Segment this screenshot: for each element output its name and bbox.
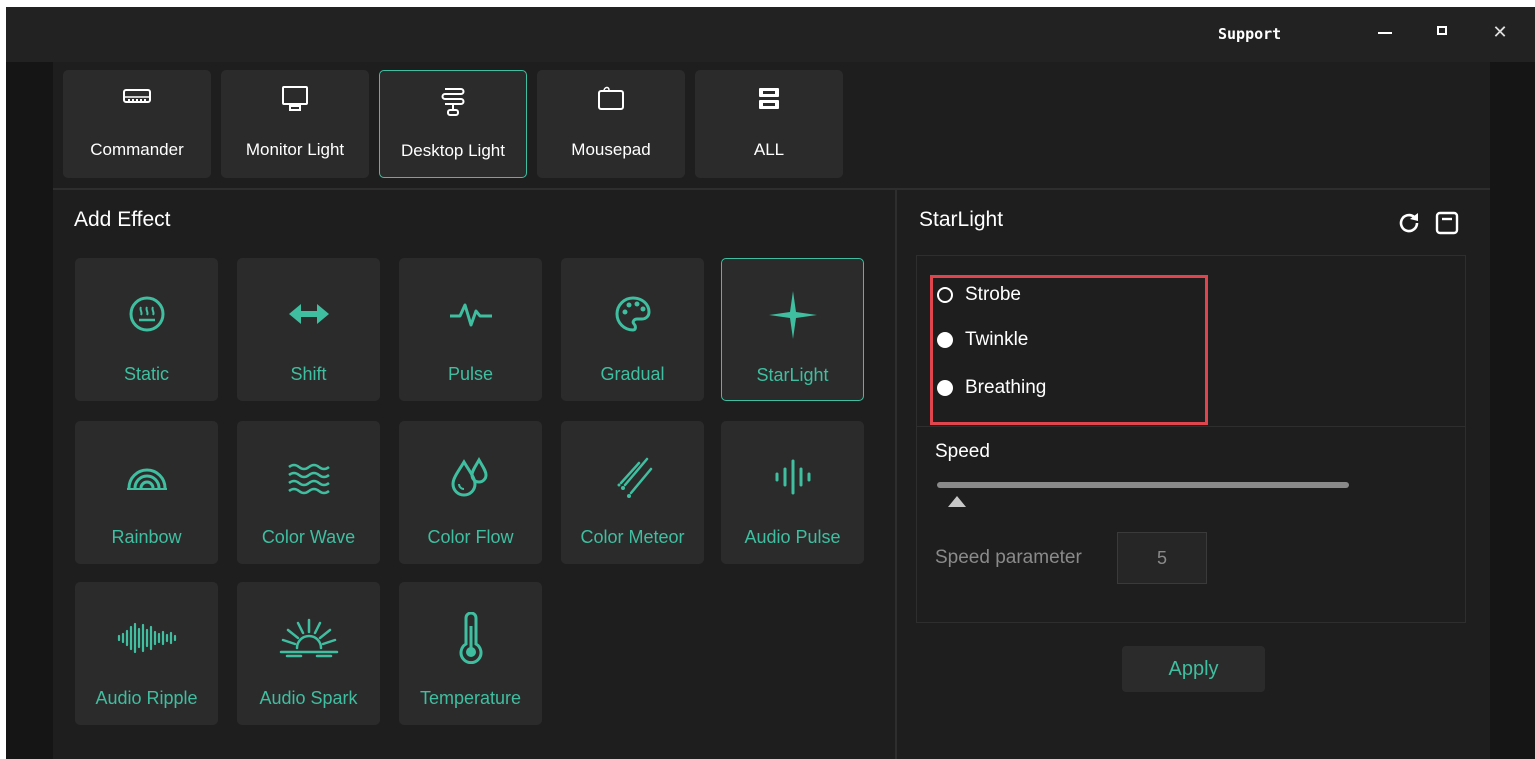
audio-pulse-icon — [721, 455, 864, 499]
apply-button[interactable]: Apply — [1122, 646, 1265, 692]
mode-label: Strobe — [965, 284, 1021, 305]
color-flow-icon — [399, 455, 542, 499]
palette-icon — [561, 292, 704, 336]
divider — [53, 188, 1490, 190]
effect-color-wave[interactable]: Color Wave — [237, 421, 380, 564]
device-tab-label: ALL — [753, 140, 785, 159]
device-tab-label: Mousepad — [571, 140, 651, 159]
add-effect-title: Add Effect — [74, 208, 171, 231]
monitor-icon — [221, 84, 369, 114]
speed-slider[interactable] — [937, 482, 1349, 488]
effect-label: Color Meteor — [580, 527, 685, 547]
divider — [916, 426, 1466, 427]
effect-label: Color Wave — [261, 527, 356, 547]
effect-audio-pulse[interactable]: Audio Pulse — [721, 421, 864, 564]
effect-color-flow[interactable]: Color Flow — [399, 421, 542, 564]
device-tab-label: Commander — [90, 140, 184, 159]
effect-gradual[interactable]: Gradual — [561, 258, 704, 401]
effect-rainbow[interactable]: Rainbow — [75, 421, 218, 564]
effect-starlight[interactable]: StarLight — [721, 258, 864, 401]
save-icon[interactable] — [1434, 210, 1460, 236]
effect-shift[interactable]: Shift — [237, 258, 380, 401]
right-sidebar — [1490, 62, 1535, 759]
static-icon — [75, 292, 218, 336]
effect-label: Color Flow — [427, 527, 514, 547]
audio-ripple-icon — [75, 616, 218, 660]
effect-label: Static — [123, 364, 170, 384]
starlight-icon — [722, 291, 863, 339]
effect-label: Gradual — [600, 364, 665, 384]
maximize-button[interactable] — [1428, 17, 1458, 47]
reset-icon[interactable] — [1396, 210, 1422, 236]
mode-twinkle-radio[interactable]: Twinkle — [937, 327, 1028, 353]
device-tab-desktop-light[interactable]: Desktop Light — [379, 70, 527, 178]
device-tab-mousepad[interactable]: Mousepad — [537, 70, 685, 178]
color-wave-icon — [237, 455, 380, 499]
mode-label: Breathing — [965, 377, 1047, 398]
divider — [895, 190, 897, 759]
desktop-light-icon — [380, 85, 526, 116]
radio-indicator — [937, 380, 953, 396]
speed-parameter-input[interactable]: 5 — [1117, 532, 1207, 584]
title-bar: Support ✕ — [6, 7, 1535, 62]
effect-pulse[interactable]: Pulse — [399, 258, 542, 401]
thermometer-icon — [399, 612, 542, 664]
effect-label: Temperature — [419, 688, 522, 708]
device-tab-monitor-light[interactable]: Monitor Light — [221, 70, 369, 178]
device-tab-all[interactable]: ALL — [695, 70, 843, 178]
commander-icon — [63, 84, 211, 114]
radio-indicator — [937, 287, 953, 303]
pulse-icon — [399, 292, 542, 336]
close-button[interactable]: ✕ — [1485, 17, 1515, 47]
color-meteor-icon — [561, 455, 704, 499]
device-tab-commander[interactable]: Commander — [63, 70, 211, 178]
effect-audio-spark[interactable]: Audio Spark — [237, 582, 380, 725]
mode-breathing-radio[interactable]: Breathing — [937, 375, 1046, 401]
audio-spark-icon — [237, 616, 380, 660]
speed-parameter-label: Speed parameter — [935, 547, 1082, 568]
all-devices-icon — [695, 84, 843, 114]
effect-color-meteor[interactable]: Color Meteor — [561, 421, 704, 564]
effect-label: Pulse — [447, 364, 494, 384]
effect-audio-ripple[interactable]: Audio Ripple — [75, 582, 218, 725]
effect-settings-title: StarLight — [919, 208, 1004, 231]
minimize-button[interactable] — [1370, 17, 1400, 47]
left-sidebar — [6, 62, 53, 759]
shift-icon — [237, 292, 380, 336]
mousepad-icon — [537, 84, 685, 114]
effect-static[interactable]: Static — [75, 258, 218, 401]
effect-label: Shift — [290, 364, 327, 384]
radio-indicator — [937, 332, 953, 348]
effect-label: Audio Ripple — [95, 688, 198, 708]
effect-label: StarLight — [756, 365, 829, 385]
speed-slider-handle[interactable] — [948, 496, 966, 507]
device-tab-label: Monitor Light — [245, 140, 345, 159]
effect-label: Audio Pulse — [744, 527, 841, 547]
effect-label: Audio Spark — [259, 688, 358, 708]
rainbow-icon — [75, 455, 218, 499]
mode-strobe-radio[interactable]: Strobe — [937, 282, 1021, 308]
mode-label: Twinkle — [965, 329, 1029, 350]
device-tab-label: Desktop Light — [401, 141, 505, 160]
effect-label: Rainbow — [111, 527, 182, 547]
effect-temperature[interactable]: Temperature — [399, 582, 542, 725]
speed-label: Speed — [935, 441, 990, 462]
support-link[interactable]: Support — [1218, 25, 1281, 43]
